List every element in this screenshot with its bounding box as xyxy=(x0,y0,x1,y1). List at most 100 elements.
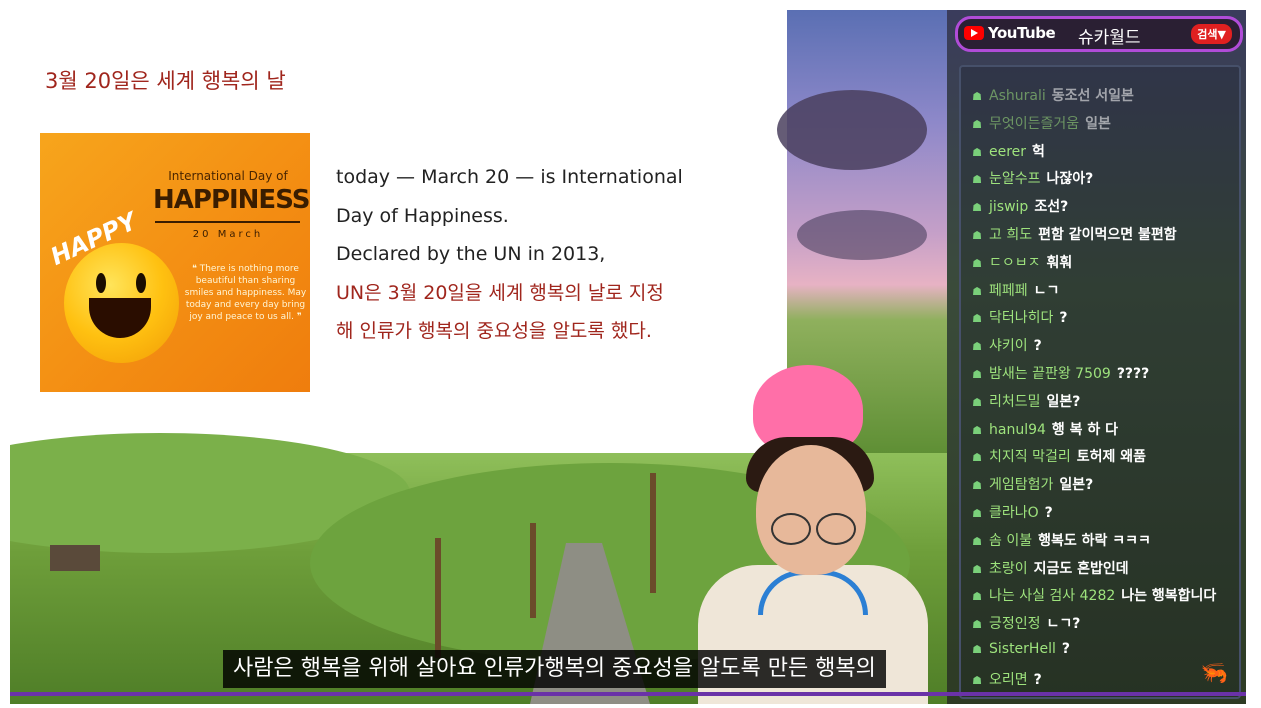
happiness-poster: International Day of HAPPINESS 20 March … xyxy=(40,133,310,392)
chat-username[interactable]: 리처드밀 xyxy=(989,394,1041,410)
chat-text: 토허제 왜품 xyxy=(1076,449,1147,466)
chat-message: ☗ 페페페 ㄴㄱ xyxy=(971,280,1059,302)
chat-message: ☗ 치지직 막걸리 토허제 왜품 xyxy=(971,446,1146,468)
glasses xyxy=(766,513,861,545)
chat-username[interactable]: 닥터나히다 xyxy=(989,310,1053,326)
chat-text: ? xyxy=(1033,338,1042,355)
glasses-lens xyxy=(771,513,811,545)
poster-divider xyxy=(155,221,300,223)
chat-username[interactable]: 초랑이 xyxy=(989,561,1028,577)
chat-text: ???? xyxy=(1116,366,1150,382)
chat-text: 헉 xyxy=(1032,143,1045,160)
smiley-left-eye xyxy=(96,273,106,293)
chat-message: ☗ SisterHell? xyxy=(971,641,1070,663)
chat-badge-icon: ☗ xyxy=(972,256,982,270)
chat-username[interactable]: 고 희도 xyxy=(989,227,1032,243)
chat-message: ☗ 고 희도 편함 같이먹으면 불편함 xyxy=(971,224,1177,246)
slide-line: today — March 20 — is International xyxy=(336,166,683,188)
chat-text: ㄴㄱ xyxy=(1033,282,1060,299)
slide-line-korean: UN은 3월 20일을 세계 행복의 날로 지정 xyxy=(336,281,664,304)
chat-text: 조선? xyxy=(1034,199,1069,216)
video-frame[interactable]: 3월 20일은 세계 행복의 날 International Day of HA… xyxy=(10,10,1246,704)
chat-badge-icon: ☗ xyxy=(972,229,982,242)
chat-badge-icon: ☗ xyxy=(972,90,982,103)
chat-badge-icon: ☗ xyxy=(972,395,982,409)
slide-title: 3월 20일은 세계 행복의 날 xyxy=(45,69,286,93)
chat-username[interactable]: 눈알수프 xyxy=(989,171,1041,187)
chat-badge-icon: ☗ xyxy=(972,590,982,604)
chat-username[interactable]: SisterHell xyxy=(989,641,1056,657)
chat-text: 나는 행복합니다 xyxy=(1121,588,1217,605)
chat-username[interactable]: 무엇이든즐거움 xyxy=(989,116,1079,132)
smiley-mouth xyxy=(89,298,151,338)
chat-text: 행복도 하락 ㅋㅋㅋ xyxy=(1038,532,1151,549)
chat-message: ☗ 긍정인정 ㄴㄱ? xyxy=(971,613,1080,635)
chat-badge-icon: ☗ xyxy=(972,284,982,298)
video-progress-bar[interactable] xyxy=(10,692,1246,696)
chat-badge-icon: ☗ xyxy=(972,423,982,437)
chat-username[interactable]: 나는 사실 검사 4282 xyxy=(989,588,1115,604)
chat-badge-icon: ☗ xyxy=(972,479,982,493)
chat-text: 편함 같이먹으면 불편함 xyxy=(1038,227,1177,243)
chat-username[interactable]: hanul94 xyxy=(989,422,1046,438)
chat-message: ☗ 밤새는 끝판왕 7509???? xyxy=(971,363,1149,385)
fence-post xyxy=(650,473,656,593)
chat-badge-icon: ☗ xyxy=(972,173,982,187)
chat-message: ☗ 무엇이든즐거움 일본 xyxy=(971,113,1111,135)
chat-message: ☗ 나는 사실 검사 4282 나는 행복합니다 xyxy=(971,585,1216,607)
chat-text: 일본? xyxy=(1059,477,1094,494)
cabin xyxy=(50,545,100,571)
chat-badge-icon: ☗ xyxy=(972,451,982,465)
chat-badge-icon: ☗ xyxy=(972,618,982,632)
chat-text: ? xyxy=(1033,671,1042,688)
chat-badge-icon: ☗ xyxy=(972,117,982,131)
fence-post xyxy=(435,538,441,658)
chat-username[interactable]: 오리면 xyxy=(989,672,1028,688)
chat-badge-icon: ☗ xyxy=(972,562,982,576)
chat-text: 일본 xyxy=(1085,115,1111,132)
chat-list[interactable]: ☗ Ashurali 동조선 서일본 ☗ 무엇이든즐거움 일본 ☗ eerer 헉 ☗ 눈알수프 나잖… xyxy=(959,65,1241,699)
fence-post xyxy=(530,523,536,618)
chat-message: ☗ 초랑이 지금도 혼밥인데 xyxy=(971,558,1129,580)
poster-big-title: HAPPINESS xyxy=(153,185,310,215)
chat-username[interactable]: 샤키이 xyxy=(989,338,1028,354)
video-subtitle: 사람은 행복을 위해 살아요 인류가행복의 중요성을 알도록 만든 행복의 xyxy=(223,650,886,688)
chat-message: ☗ 샤키이? xyxy=(971,335,1042,357)
channel-name: 슈카월드 xyxy=(1078,28,1141,48)
chat-username[interactable]: 밤새는 끝판왕 7509 xyxy=(989,366,1111,382)
chat-username[interactable]: jiswip xyxy=(989,199,1028,215)
chat-username[interactable]: Ashurali xyxy=(989,88,1046,104)
chat-username[interactable]: 페페페 xyxy=(989,283,1028,299)
chat-message: ☗ Ashurali 동조선 서일본 xyxy=(971,85,1134,107)
slide-line: Declared by the UN in 2013, xyxy=(336,243,606,265)
chat-text: 훠훠 xyxy=(1046,254,1073,271)
chat-badge-icon: ☗ xyxy=(972,643,982,656)
chat-username[interactable]: eerer xyxy=(989,144,1026,160)
chat-message: ☗ ㄷㅇㅂㅈ 훠훠 xyxy=(971,252,1072,274)
chat-text: ? xyxy=(1061,641,1070,657)
chat-message: ☗ jiswip 조선? xyxy=(971,196,1068,218)
smiley-face-icon xyxy=(64,243,179,363)
chat-badge-icon: ☗ xyxy=(972,340,982,354)
chat-message: ☗ eerer 헉 xyxy=(971,141,1045,163)
streamer-face xyxy=(756,445,866,575)
chat-text: ? xyxy=(1044,505,1053,521)
chat-message: ☗ 솜 이불 행복도 하락 ㅋㅋㅋ xyxy=(971,530,1151,552)
youtube-logo-text: YouTube xyxy=(988,24,1056,42)
slide-line: Day of Happiness. xyxy=(336,204,509,227)
chat-username[interactable]: 긍정인정 xyxy=(989,616,1041,632)
chat-username[interactable]: ㄷㅇㅂㅈ xyxy=(989,255,1041,271)
chat-username[interactable]: 게임탐험가 xyxy=(989,477,1053,493)
chat-username[interactable]: 치지직 막걸리 xyxy=(989,449,1071,465)
poster-small-title: International Day of xyxy=(168,169,288,183)
chat-message: ☗ 클라나O? xyxy=(971,502,1053,524)
youtube-header: YouTube 슈카월드 검색▼ xyxy=(955,16,1243,52)
chat-username[interactable]: 솜 이불 xyxy=(989,533,1032,549)
cloud xyxy=(777,90,927,170)
shrimp-icon: 🦐 xyxy=(1200,661,1228,686)
chat-username[interactable]: 클라나O xyxy=(989,505,1039,521)
chat-message: ☗ 닥터나히다? xyxy=(971,307,1067,329)
chat-message: ☗ 리처드밀 일본? xyxy=(971,391,1080,413)
search-button[interactable]: 검색▼ xyxy=(1191,24,1232,44)
chat-message: ☗ 오리면? xyxy=(971,669,1042,691)
